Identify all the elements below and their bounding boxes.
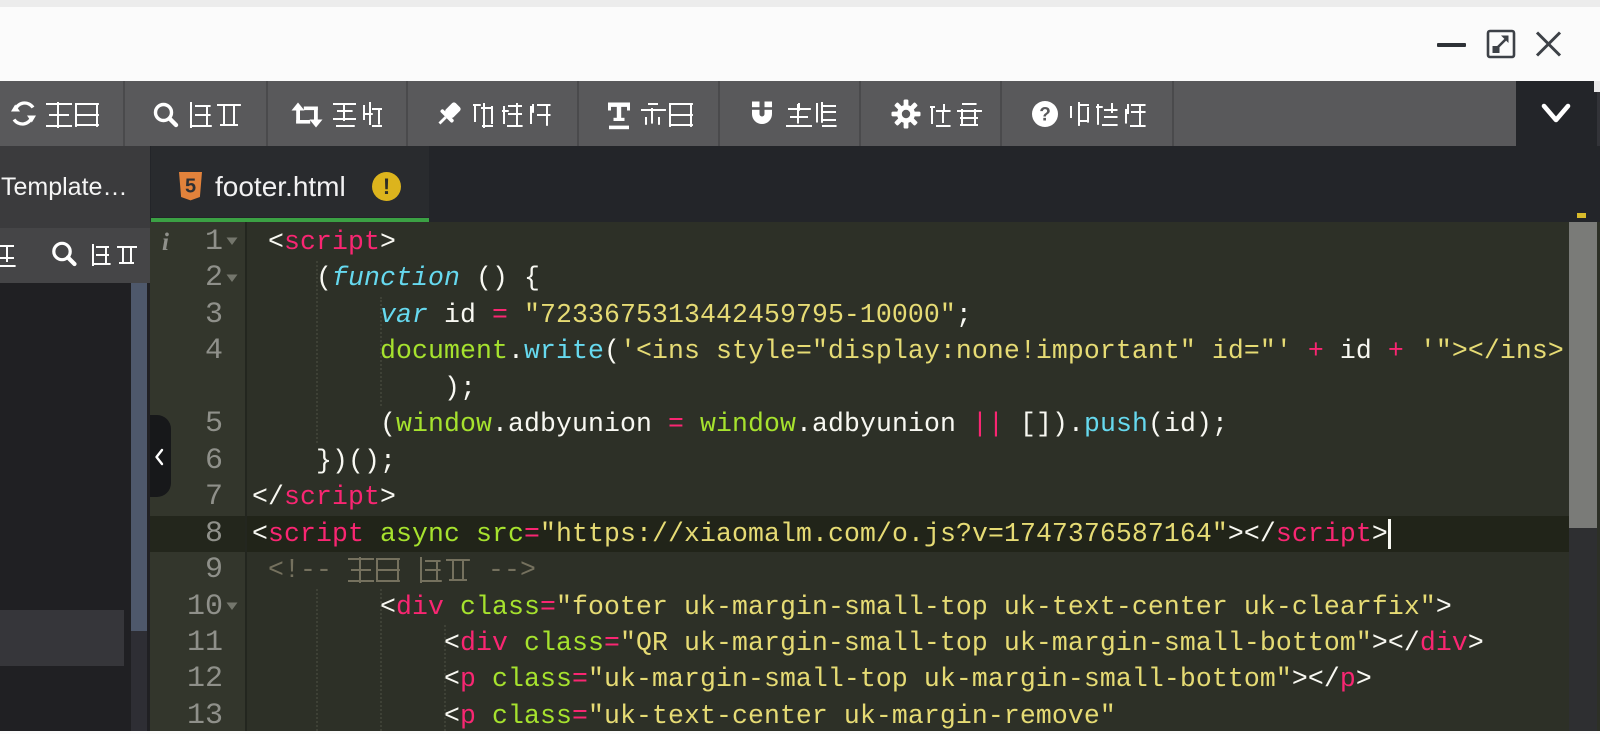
svg-text:?: ? <box>1039 105 1051 126</box>
svg-text:5: 5 <box>185 176 196 198</box>
